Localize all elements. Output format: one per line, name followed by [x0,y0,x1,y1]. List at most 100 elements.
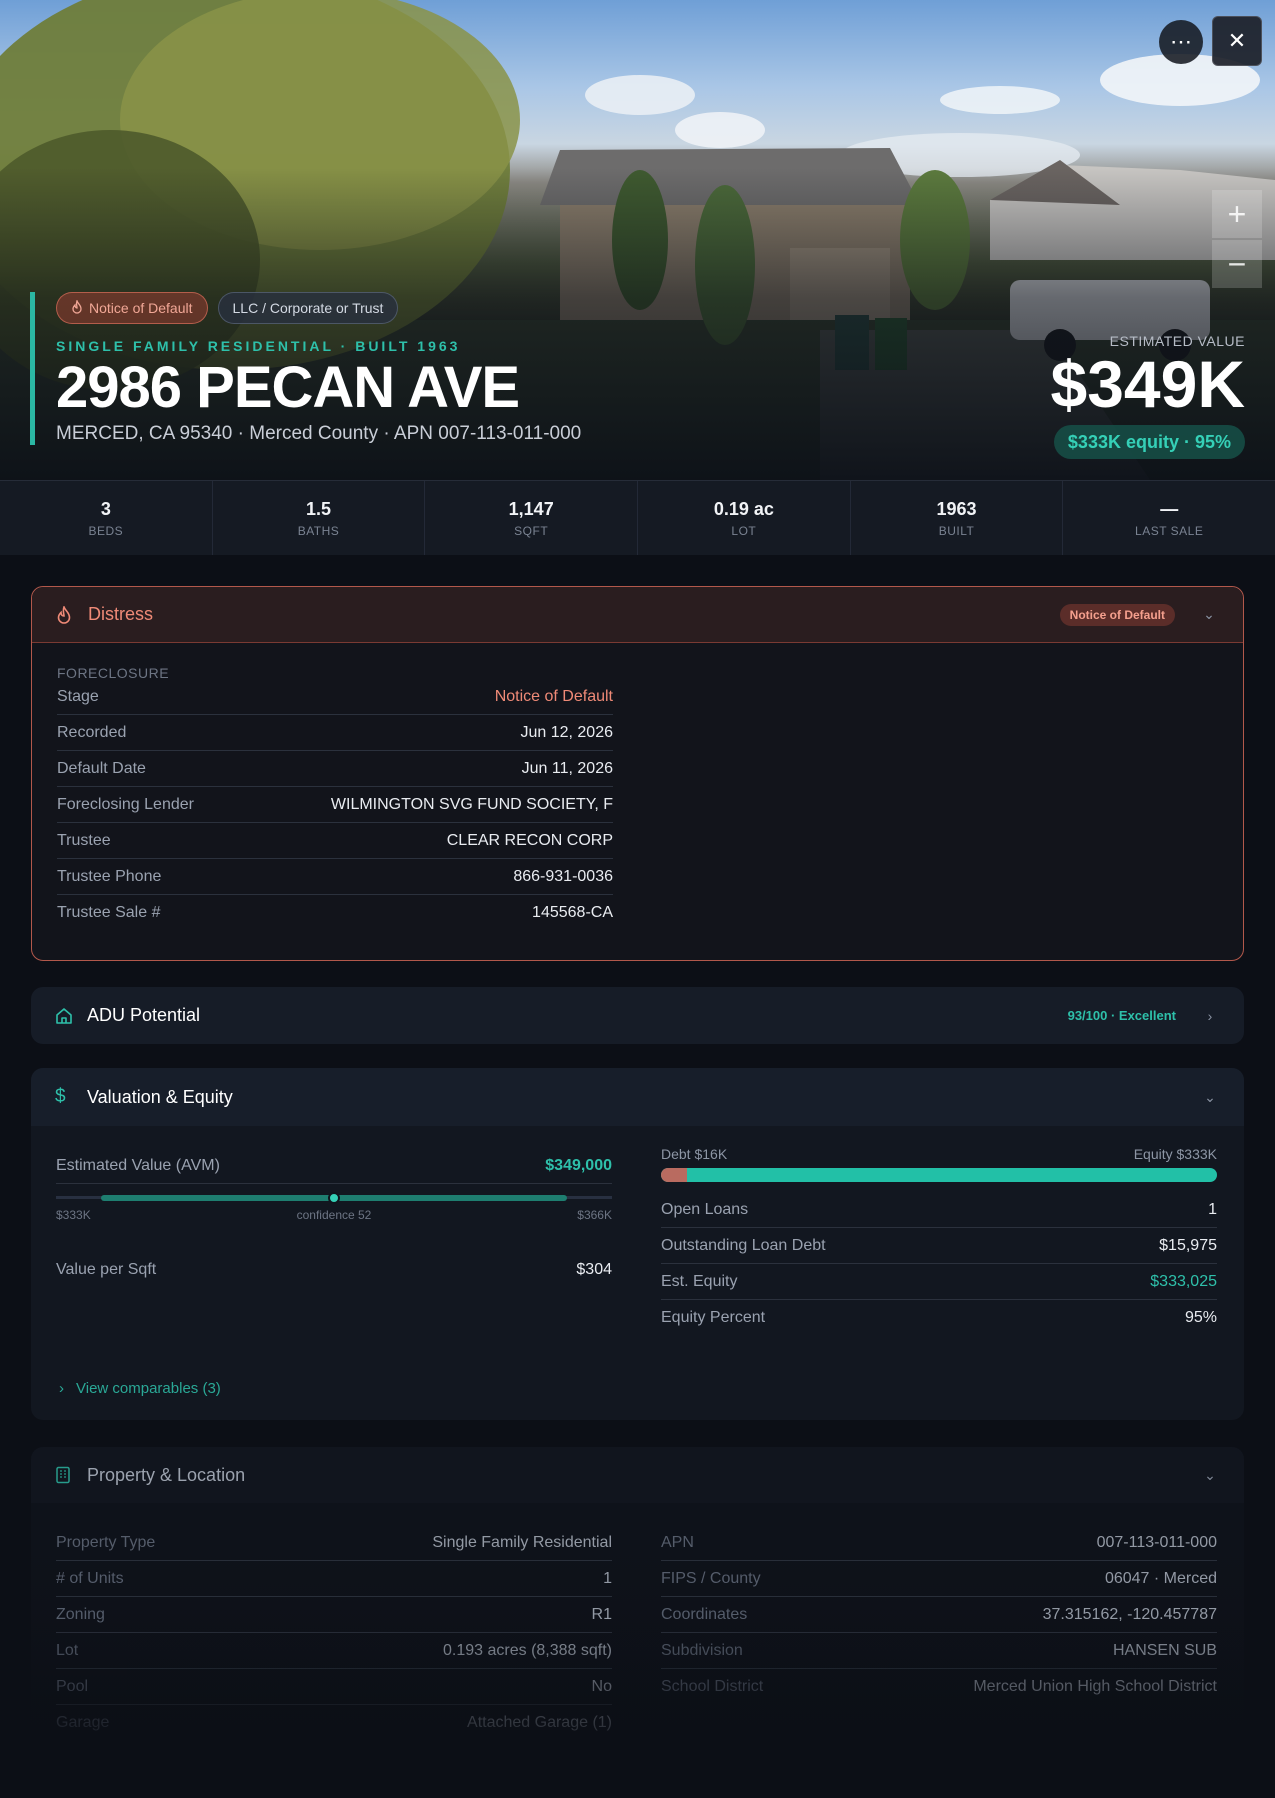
detail-value: WILMINGTON SVG FUND SOCIETY, F [330,795,613,813]
detail-value: 0.193 acres (8,388 sqft) [443,1641,612,1659]
estimated-value-block: ESTIMATED VALUE $349K $333K equity · 95% [1051,333,1245,459]
detail-value: Jun 12, 2026 [520,723,613,741]
detail-row: Coordinates 37.315162, -120.457787 [661,1597,1217,1633]
location-line: MERCED, CA 95340 · Merced County · APN 0… [56,422,582,444]
stat-label: SQFT [514,524,549,538]
detail-value: CLEAR RECON CORP [446,831,613,849]
adu-header[interactable]: ADU Potential 93/100 · Excellent › [31,987,1244,1044]
chevron-right-icon: › [1207,1007,1213,1024]
detail-row: Recorded Jun 12, 2026 [57,715,613,751]
detail-row: Equity Percent 95% [661,1300,1217,1336]
more-options-button[interactable]: ⋯ [1159,20,1203,64]
debt-label: Debt $16K [661,1146,728,1162]
debt-equity-labels: Debt $16K Equity $333K [661,1146,1217,1162]
detail-key: Trustee Phone [57,867,162,885]
chevron-right-icon: › [59,1380,64,1397]
detail-row: Trustee Sale # 145568-CA [57,895,613,931]
stat-value: 1,147 [508,499,554,519]
detail-row: APN 007-113-011-000 [661,1525,1217,1561]
detail-value: Notice of Default [494,687,613,705]
detail-key: APN [661,1533,694,1551]
stat-built: 1963 BUILT [851,481,1064,555]
debt-equity-bar [661,1168,1217,1182]
detail-row: Stage Notice of Default [57,679,613,715]
property-location-card: Property & Location ⌄ Property Type Singl… [31,1447,1244,1798]
valuation-title: Valuation & Equity [87,1086,233,1107]
location-details: APN 007-113-011-000 FIPS / County 06047 · … [661,1525,1217,1705]
detail-value: 06047 · Merced [1104,1569,1217,1587]
property-type-line: SINGLE FAMILY RESIDENTIAL · BUILT 1963 [56,338,461,354]
detail-row: Foreclosing Lender WILMINGTON SVG FUND S… [57,787,613,823]
close-button[interactable]: ✕ [1212,16,1262,66]
detail-key: # of Units [56,1569,124,1587]
equity-pill: $333K equity · 95% [1053,425,1245,459]
stat-label: BATHS [297,524,340,538]
flame-icon [56,605,76,624]
stat-lot: 0.19 ac LOT [638,481,851,555]
avm-value: $349,000 [545,1156,612,1174]
equity-label: Equity $333K [1133,1146,1217,1162]
detail-row: Outstanding Loan Debt $15,975 [661,1228,1217,1264]
equity-details: Open Loans 1 Outstanding Loan Debt $15,9… [661,1192,1217,1336]
property-title: Property & Location [87,1464,246,1485]
detail-key: Zoning [56,1605,105,1623]
vps-value: $304 [576,1261,612,1278]
value-per-sqft-row: Value per Sqft $304 [56,1252,612,1288]
valuation-header[interactable]: $ Valuation & Equity ⌄ [31,1068,1244,1126]
detail-value: Jun 11, 2026 [521,759,613,777]
dollar-icon: $ [55,1086,66,1107]
detail-value: 145568-CA [532,904,613,921]
stat-value: 0.19 ac [713,499,774,519]
property-hero: ⋯ ✕ + − Notice of Default LLC / Corporat… [0,0,1275,480]
valuation-equity-card: $ Valuation & Equity ⌄ Estimated Value (… [31,1068,1244,1420]
building-icon [55,1466,75,1484]
foreclosure-details: Stage Notice of Default Recorded Jun 12,… [57,679,613,931]
stat-label: LAST SALE [1135,524,1204,538]
detail-row: Zoning R1 [56,1597,612,1633]
stat-beds: 3 BEDS [0,481,213,555]
comparables-label: View comparables (3) [76,1380,221,1397]
detail-value: 1 [603,1569,612,1587]
detail-row: # of Units 1 [56,1561,612,1597]
zoom-in-button[interactable]: + [1212,190,1262,238]
detail-row: Lot 0.193 acres (8,388 sqft) [56,1633,612,1669]
range-low: $333K [56,1208,91,1222]
detail-key: Equity Percent [661,1309,766,1326]
chevron-down-icon: ⌄ [1204,1088,1216,1105]
detail-value: R1 [591,1605,612,1623]
property-header: Notice of Default LLC / Corporate or Tru… [30,292,581,445]
detail-key: Trustee [57,831,111,849]
stat-value: — [1160,499,1179,519]
distress-card: Distress Notice of Default ⌄ FORECLOSURE… [31,586,1244,961]
stat-value: 1963 [936,499,977,519]
avm-range-bar [56,1192,612,1204]
adu-potential-card[interactable]: ADU Potential 93/100 · Excellent › [31,987,1244,1044]
view-comparables-link[interactable]: › View comparables (3) [59,1380,221,1397]
vps-label: Value per Sqft [56,1261,157,1278]
distress-header[interactable]: Distress Notice of Default ⌄ [32,587,1243,643]
close-icon: ✕ [1227,28,1247,53]
detail-key: School District [661,1678,764,1695]
stat-sqft: 1,147 SQFT [425,481,639,555]
stats-bar: 3 BEDS 1.5 BATHS 1,147 SQFT 0.19 ac LOT … [0,480,1275,555]
stat-value: 3 [100,499,111,519]
detail-value: 95% [1184,1309,1217,1326]
detail-value: 1 [1208,1200,1217,1218]
detail-row: Trustee CLEAR RECON CORP [57,823,613,859]
detail-row: FIPS / County 06047 · Merced [661,1561,1217,1597]
detail-row: Garage Attached Garage (1) [56,1705,612,1741]
equity-column: Debt $16K Equity $333K Open Loans 1 Outs… [661,1146,1217,1336]
detail-row: Open Loans 1 [661,1192,1217,1228]
property-header[interactable]: Property & Location ⌄ [31,1447,1244,1503]
zoom-out-button[interactable]: − [1212,240,1262,288]
detail-key: FIPS / County [661,1569,761,1587]
detail-value: HANSEN SUB [1112,1641,1217,1659]
owner-type-badge: LLC / Corporate or Trust [217,292,399,324]
chevron-down-icon: ⌄ [1203,606,1215,622]
detail-value: 866-931-0036 [513,867,613,885]
stat-label: BEDS [88,524,124,538]
detail-row: Default Date Jun 11, 2026 [57,751,613,787]
detail-value: 37.315162, -120.457787 [1042,1605,1217,1623]
stat-last-sale: — LAST SALE [1063,481,1275,555]
chevron-down-icon: ⌄ [1204,1466,1216,1483]
